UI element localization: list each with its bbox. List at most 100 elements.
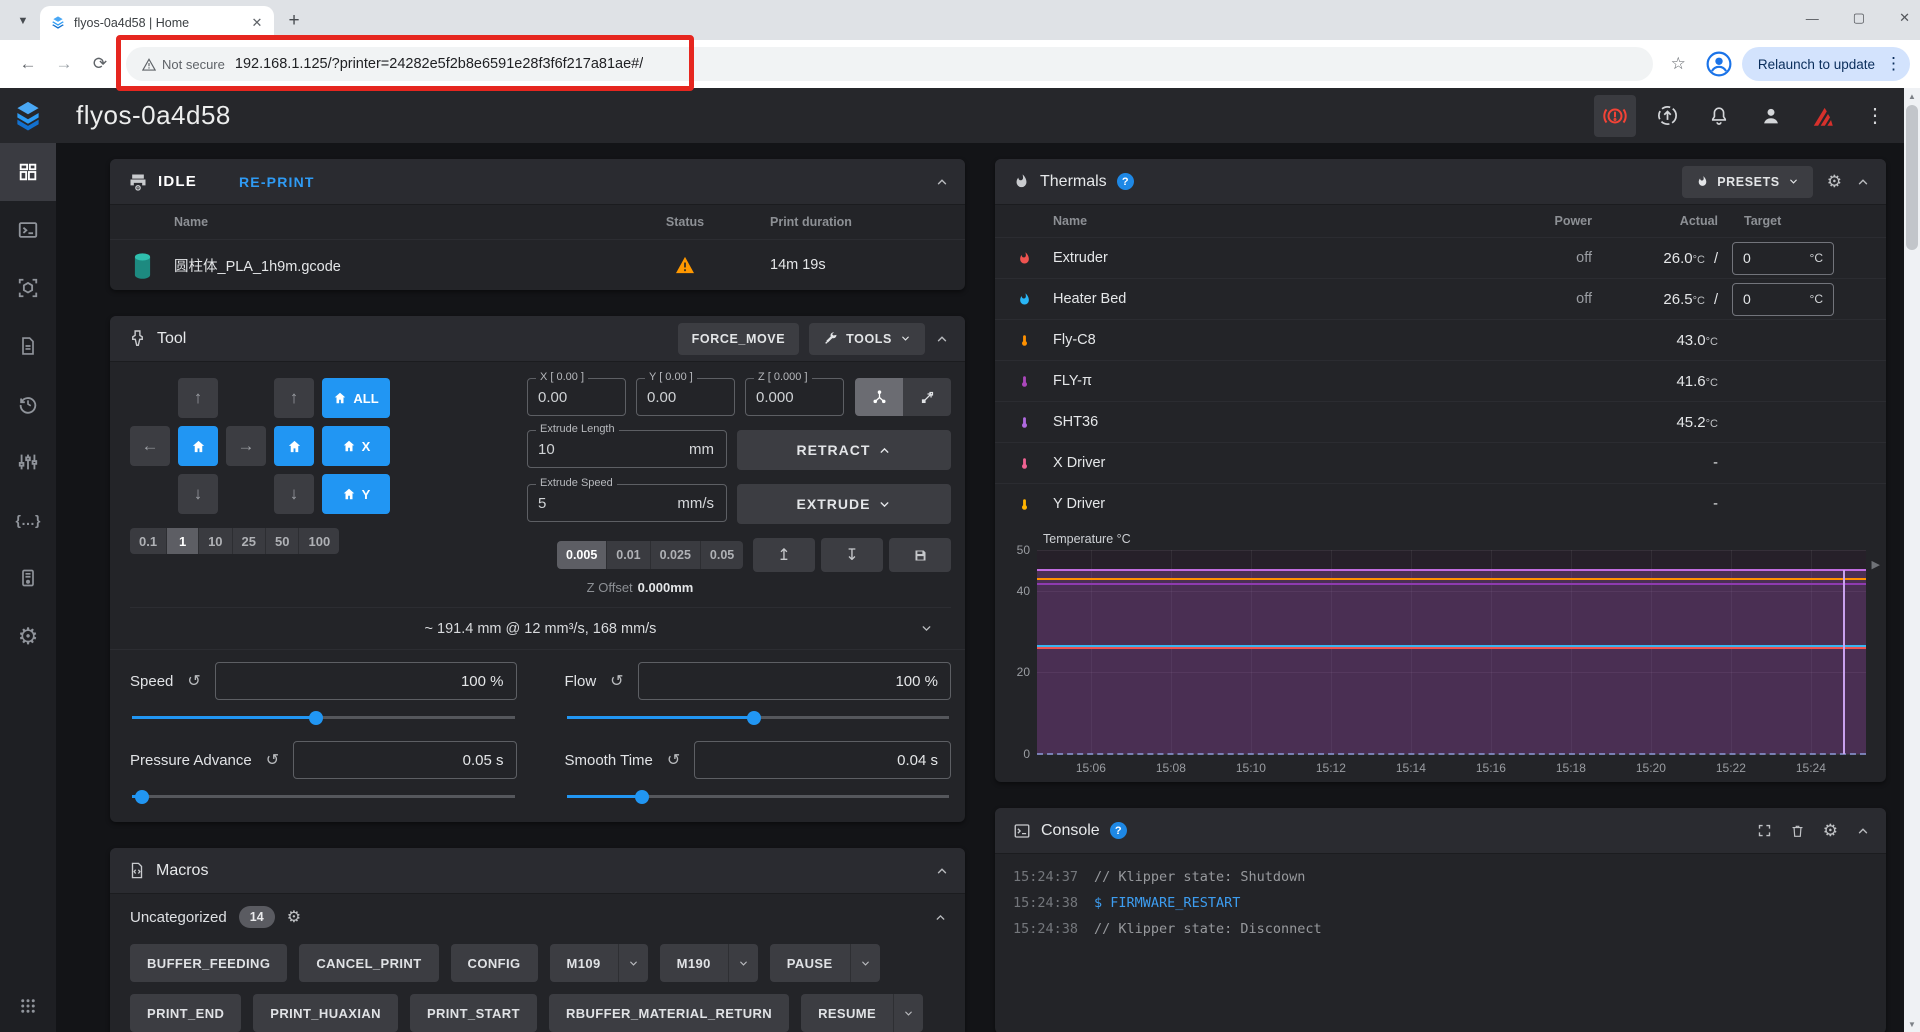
macro-category-gear-icon[interactable]: ⚙ — [287, 907, 301, 927]
relative-move-toggle[interactable] — [903, 378, 951, 416]
browser-menu-kebab-icon[interactable]: ⋮ — [1885, 54, 1902, 74]
jog-z-up-button[interactable]: ↑ — [274, 378, 314, 418]
console-gear-icon[interactable]: ⚙ — [1823, 821, 1838, 841]
url-bar[interactable]: Not secure 192.168.1.125/?printer=24282e… — [126, 47, 1653, 81]
job-row[interactable]: 圆柱体_PLA_1h9m.gcode14m 19s — [110, 240, 965, 290]
z-offset-save-button[interactable] — [889, 538, 951, 572]
z-offset-step-0.005[interactable]: 0.005 — [557, 541, 607, 569]
position-z-field[interactable]: Z [ 0.000 ] 0.000 — [745, 378, 844, 416]
slider-value-field[interactable]: 0.04 s — [694, 741, 951, 779]
reprint-button[interactable]: RE-PRINT — [239, 174, 315, 190]
reset-icon[interactable]: ↺ — [187, 671, 200, 691]
macro-category-collapse-button[interactable] — [934, 911, 947, 924]
macro-button-resume[interactable]: RESUME — [801, 994, 923, 1032]
console-help-icon[interactable]: ? — [1110, 822, 1127, 839]
macro-button-cancel_print[interactable]: CANCEL_PRINT — [299, 944, 438, 982]
emergency-stop-button[interactable] — [1594, 95, 1636, 137]
sidebar-item-gcode-preview[interactable] — [0, 259, 56, 317]
url-text[interactable]: 192.168.1.125/?printer=24282e5f2b8e6591e… — [235, 56, 643, 72]
console-log[interactable]: 15:24:37// Klipper state: Shutdown15:24:… — [995, 854, 1886, 1032]
forward-icon[interactable]: → — [48, 48, 80, 80]
reset-icon[interactable]: ↺ — [667, 750, 680, 770]
browser-tab[interactable]: flyos-0a4d58 | Home ✕ — [40, 6, 274, 40]
thermals-help-icon[interactable]: ? — [1117, 173, 1134, 190]
jog-y-minus-button[interactable]: ↓ — [178, 474, 218, 514]
thermal-row-extruder[interactable]: Extruderoff26.0°C/0°C — [995, 237, 1886, 278]
tab-close-icon[interactable]: ✕ — [248, 14, 266, 32]
home-y-button[interactable]: Y — [322, 474, 390, 514]
status-collapse-button[interactable] — [935, 175, 949, 189]
thermal-row-x-driver[interactable]: X Driver- — [995, 442, 1886, 483]
sidebar-item-settings[interactable]: ⚙ — [0, 607, 56, 665]
slider-track[interactable] — [130, 788, 517, 804]
thermals-collapse-button[interactable] — [1856, 175, 1870, 189]
console-line[interactable]: 15:24:38// Klipper state: Disconnect — [1013, 916, 1868, 942]
macros-collapse-button[interactable] — [935, 864, 949, 878]
slider-thumb[interactable] — [135, 790, 149, 804]
tool-collapse-button[interactable] — [935, 332, 949, 346]
move-step-10[interactable]: 10 — [199, 528, 232, 554]
reset-icon[interactable]: ↺ — [610, 671, 623, 691]
slider-track[interactable] — [565, 788, 952, 804]
jog-x-minus-button[interactable]: ← — [130, 426, 170, 466]
window-minimize-icon[interactable]: — — [1806, 11, 1819, 26]
slider-thumb[interactable] — [309, 711, 323, 725]
scrollbar-down-arrow-icon[interactable]: ▼ — [1904, 1016, 1920, 1032]
user-button[interactable] — [1750, 95, 1792, 137]
move-step-100[interactable]: 100 — [299, 528, 339, 554]
tools-dropdown-button[interactable]: TOOLS — [809, 323, 925, 355]
security-status[interactable]: Not secure — [142, 57, 225, 72]
position-y-field[interactable]: Y [ 0.00 ] 0.00 — [636, 378, 735, 416]
trash-icon[interactable] — [1790, 823, 1805, 839]
presets-button[interactable]: PRESETS — [1682, 166, 1813, 198]
sidebar-item-history[interactable] — [0, 375, 56, 433]
scrollbar-up-arrow-icon[interactable]: ▲ — [1904, 88, 1920, 104]
slider-track[interactable] — [130, 709, 517, 725]
slider-thumb[interactable] — [635, 790, 649, 804]
home-xy-button[interactable] — [178, 426, 218, 466]
retract-button[interactable]: RETRACT — [737, 430, 951, 470]
back-icon[interactable]: ← — [12, 48, 44, 80]
reset-icon[interactable]: ↺ — [266, 750, 279, 770]
reload-icon[interactable]: ⟳ — [84, 48, 116, 80]
jog-y-plus-button[interactable]: ↑ — [178, 378, 218, 418]
home-all-button[interactable]: ALL — [322, 378, 390, 418]
macro-button-rbuffer_material_return[interactable]: RBUFFER_MATERIAL_RETURN — [549, 994, 789, 1032]
position-x-field[interactable]: X [ 0.00 ] 0.00 — [527, 378, 626, 416]
tab-list-chevron-icon[interactable]: ▼ — [10, 8, 36, 34]
position-mode-toggle[interactable] — [855, 378, 903, 416]
console-line[interactable]: 15:24:38$ FIRMWARE_RESTART — [1013, 890, 1868, 916]
sidebar-item-system[interactable] — [0, 549, 56, 607]
sidebar-item-dashboard[interactable] — [0, 143, 56, 201]
home-x-button[interactable]: X — [322, 426, 390, 466]
macro-button-print_start[interactable]: PRINT_START — [410, 994, 537, 1032]
macro-button-config[interactable]: CONFIG — [451, 944, 538, 982]
scrollbar-thumb[interactable] — [1906, 105, 1918, 250]
thermal-row-heater-bed[interactable]: Heater Bedoff26.5°C/0°C — [995, 278, 1886, 319]
thermals-gear-icon[interactable]: ⚙ — [1827, 172, 1842, 192]
macro-button-pause[interactable]: PAUSE — [770, 944, 880, 982]
thermal-row-sht36[interactable]: SHT3645.2°C — [995, 401, 1886, 442]
fly-brand-button[interactable] — [1802, 95, 1844, 137]
notifications-button[interactable] — [1698, 95, 1740, 137]
relaunch-to-update-button[interactable]: Relaunch to update ⋮ — [1742, 47, 1910, 81]
target-temp-input[interactable]: 0°C — [1732, 242, 1834, 275]
macro-button-print_huaxian[interactable]: PRINT_HUAXIAN — [253, 994, 398, 1032]
macro-button-buffer_feeding[interactable]: BUFFER_FEEDING — [130, 944, 287, 982]
slider-thumb[interactable] — [747, 711, 761, 725]
macro-button-m109[interactable]: M109 — [550, 944, 648, 982]
macro-dropdown-chevron-icon[interactable] — [618, 944, 648, 982]
thermal-row-y-driver[interactable]: Y Driver- — [995, 483, 1886, 524]
bookmark-star-icon[interactable]: ☆ — [1671, 54, 1686, 74]
header-menu-kebab-icon[interactable]: ⋮ — [1854, 95, 1896, 137]
move-step-50[interactable]: 50 — [266, 528, 299, 554]
z-offset-down-button[interactable]: ↧ — [821, 538, 883, 572]
filament-summary-row[interactable]: ~ 191.4 mm @ 12 mm³/s, 168 mm/s — [130, 607, 951, 649]
window-maximize-icon[interactable]: ▢ — [1853, 10, 1865, 26]
slider-track[interactable] — [565, 709, 952, 725]
z-offset-step-0.01[interactable]: 0.01 — [607, 541, 650, 569]
macro-button-print_end[interactable]: PRINT_END — [130, 994, 241, 1032]
new-tab-button[interactable]: + — [280, 7, 308, 35]
macro-button-m190[interactable]: M190 — [660, 944, 758, 982]
z-offset-up-button[interactable]: ↥ — [753, 538, 815, 572]
